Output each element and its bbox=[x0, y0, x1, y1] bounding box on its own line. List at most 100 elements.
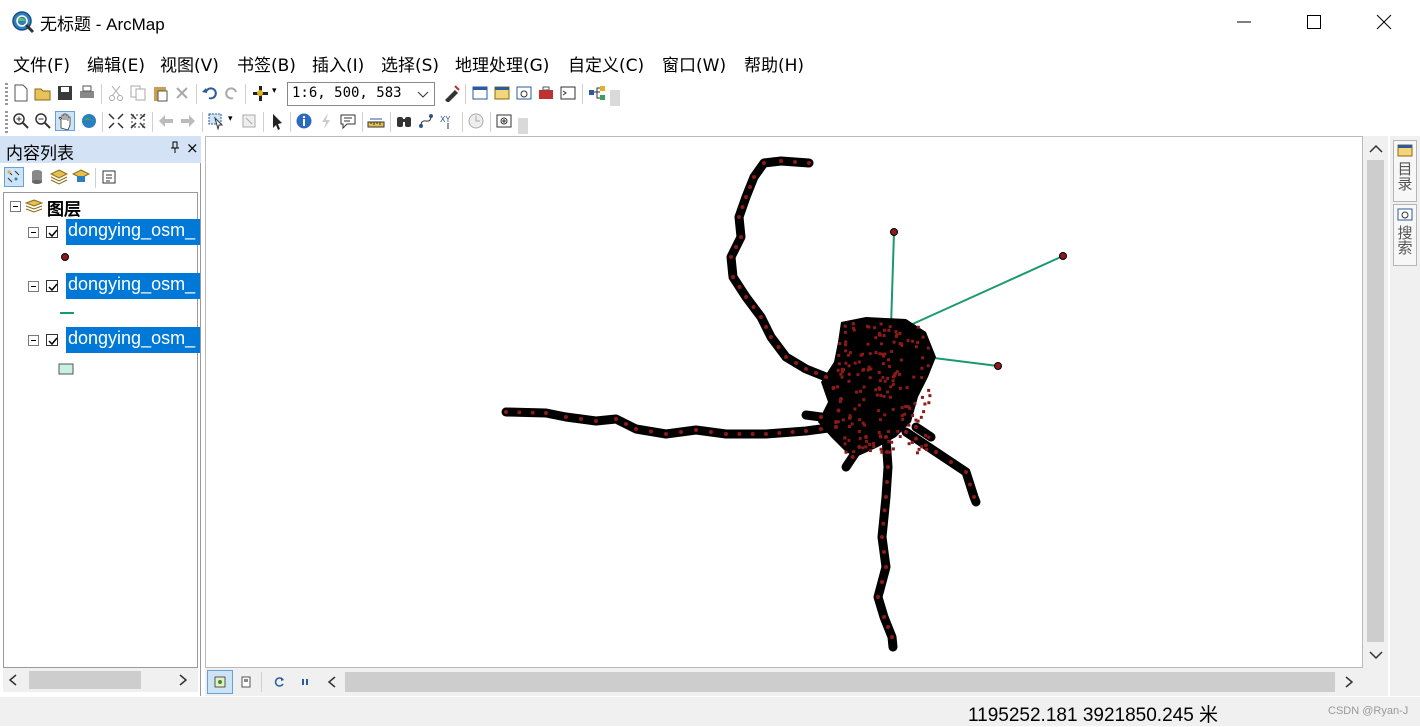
catalog-tab[interactable]: 目录 bbox=[1393, 140, 1417, 202]
menu-windows[interactable]: 窗口(W) bbox=[662, 51, 726, 76]
add-data-icon[interactable] bbox=[251, 84, 269, 102]
map-scale-combobox[interactable]: 1:6, 500, 583 bbox=[287, 82, 435, 106]
poi-point bbox=[857, 360, 861, 364]
layer-group-label[interactable]: 图层 bbox=[47, 195, 81, 220]
redo-icon[interactable] bbox=[223, 84, 241, 102]
layer-visibility-checkbox[interactable] bbox=[46, 334, 58, 346]
scroll-right-icon[interactable] bbox=[1344, 676, 1354, 688]
toolbar-grip[interactable] bbox=[5, 111, 8, 133]
menu-view[interactable]: 视图(V) bbox=[160, 51, 219, 76]
forward-extent-icon[interactable] bbox=[179, 112, 197, 130]
save-icon[interactable] bbox=[56, 84, 74, 102]
zoom-out-icon[interactable] bbox=[34, 112, 52, 130]
map-display[interactable] bbox=[205, 136, 1363, 668]
scroll-left-icon[interactable] bbox=[8, 674, 18, 686]
poi-point bbox=[880, 580, 884, 584]
select-features-dropdown-icon[interactable]: ▾ bbox=[228, 114, 233, 124]
layer-visibility-checkbox[interactable] bbox=[46, 280, 58, 292]
maximize-button[interactable] bbox=[1279, 0, 1349, 44]
menu-geoprocessing[interactable]: 地理处理(G) bbox=[455, 51, 549, 76]
full-extent-icon[interactable] bbox=[80, 112, 98, 130]
copy-icon[interactable] bbox=[129, 84, 147, 102]
toc-close-button[interactable]: × bbox=[186, 139, 199, 157]
menu-help[interactable]: 帮助(H) bbox=[744, 51, 804, 76]
catalog-window-icon[interactable] bbox=[493, 84, 511, 102]
find-icon[interactable] bbox=[395, 112, 413, 130]
poi-point bbox=[900, 343, 904, 347]
add-data-dropdown-icon[interactable]: ▾ bbox=[272, 86, 277, 96]
poi-point bbox=[737, 432, 742, 436]
pause-drawing-button[interactable] bbox=[293, 671, 317, 693]
toc-horizontal-scrollbar[interactable] bbox=[3, 668, 198, 692]
print-icon[interactable] bbox=[78, 84, 96, 102]
refresh-button[interactable] bbox=[267, 671, 291, 693]
poi-point bbox=[868, 352, 872, 356]
search-window-icon[interactable] bbox=[515, 84, 533, 102]
close-button[interactable] bbox=[1349, 0, 1419, 44]
back-extent-icon[interactable] bbox=[157, 112, 175, 130]
scroll-down-icon[interactable] bbox=[1369, 650, 1383, 660]
list-by-source-icon[interactable] bbox=[28, 168, 46, 186]
time-slider-icon[interactable] bbox=[467, 112, 485, 130]
layer-name[interactable]: dongying_osm_ bbox=[66, 219, 200, 245]
collapse-layer-icon[interactable] bbox=[28, 227, 39, 238]
collapse-layer-icon[interactable] bbox=[28, 281, 39, 292]
cut-icon[interactable] bbox=[107, 84, 125, 102]
delete-icon[interactable] bbox=[173, 84, 191, 102]
toolbar-grip[interactable] bbox=[5, 83, 8, 105]
new-document-icon[interactable] bbox=[12, 84, 30, 102]
paste-icon[interactable] bbox=[151, 84, 169, 102]
menu-customize[interactable]: 自定义(C) bbox=[568, 51, 644, 76]
pan-icon[interactable] bbox=[55, 111, 75, 131]
open-icon[interactable] bbox=[34, 84, 52, 102]
scrollbar-thumb[interactable] bbox=[1367, 160, 1384, 642]
editor-toolbar-icon[interactable] bbox=[443, 84, 461, 102]
python-window-icon[interactable] bbox=[559, 84, 577, 102]
toolbar-overflow-button[interactable] bbox=[518, 118, 528, 134]
menu-file[interactable]: 文件(F) bbox=[13, 51, 70, 76]
select-elements-icon[interactable] bbox=[268, 112, 286, 130]
zoom-in-icon[interactable] bbox=[12, 112, 30, 130]
go-to-xy-icon[interactable]: XY bbox=[439, 112, 457, 130]
table-of-contents-icon[interactable] bbox=[471, 84, 489, 102]
menu-bookmarks[interactable]: 书签(B) bbox=[237, 51, 296, 76]
arctoolbox-icon[interactable] bbox=[537, 84, 555, 102]
find-route-icon[interactable] bbox=[417, 112, 435, 130]
fixed-zoom-out-icon[interactable] bbox=[129, 112, 147, 130]
collapse-group-icon[interactable] bbox=[10, 201, 21, 212]
data-view-button[interactable] bbox=[207, 670, 233, 694]
pin-icon[interactable] bbox=[170, 141, 180, 156]
scroll-up-icon[interactable] bbox=[1369, 144, 1383, 154]
hyperlink-icon[interactable] bbox=[317, 112, 335, 130]
fixed-zoom-in-icon[interactable] bbox=[107, 112, 125, 130]
measure-icon[interactable] bbox=[367, 112, 385, 130]
options-icon[interactable] bbox=[100, 168, 118, 186]
clear-selection-icon[interactable] bbox=[240, 112, 258, 130]
scroll-right-icon[interactable] bbox=[178, 674, 188, 686]
scroll-left-icon[interactable] bbox=[327, 676, 337, 688]
scrollbar-thumb[interactable] bbox=[345, 672, 1335, 692]
minimize-button[interactable] bbox=[1209, 0, 1279, 44]
scrollbar-thumb[interactable] bbox=[29, 671, 141, 689]
list-by-drawing-order-icon[interactable] bbox=[4, 167, 24, 187]
toolbar-overflow-button[interactable] bbox=[610, 90, 620, 106]
layer-visibility-checkbox[interactable] bbox=[46, 226, 58, 238]
map-vertical-scrollbar[interactable] bbox=[1363, 136, 1388, 668]
html-popup-icon[interactable] bbox=[339, 112, 357, 130]
list-by-visibility-icon[interactable] bbox=[50, 168, 68, 186]
identify-icon[interactable] bbox=[295, 112, 313, 130]
viewer-window-icon[interactable] bbox=[495, 112, 513, 130]
poi-point bbox=[916, 419, 920, 423]
menu-edit[interactable]: 编辑(E) bbox=[87, 51, 145, 76]
model-builder-icon[interactable] bbox=[588, 84, 606, 102]
select-features-icon[interactable] bbox=[207, 112, 225, 130]
layer-name[interactable]: dongying_osm_ bbox=[66, 273, 200, 299]
search-tab[interactable]: 搜索 bbox=[1393, 204, 1417, 266]
menu-insert[interactable]: 插入(I) bbox=[312, 51, 364, 76]
layer-name[interactable]: dongying_osm_ bbox=[66, 327, 200, 353]
undo-icon[interactable] bbox=[201, 84, 219, 102]
list-by-selection-icon[interactable] bbox=[72, 168, 90, 186]
collapse-layer-icon[interactable] bbox=[28, 335, 39, 346]
menu-selection[interactable]: 选择(S) bbox=[381, 51, 439, 76]
layout-view-button[interactable] bbox=[234, 671, 258, 693]
